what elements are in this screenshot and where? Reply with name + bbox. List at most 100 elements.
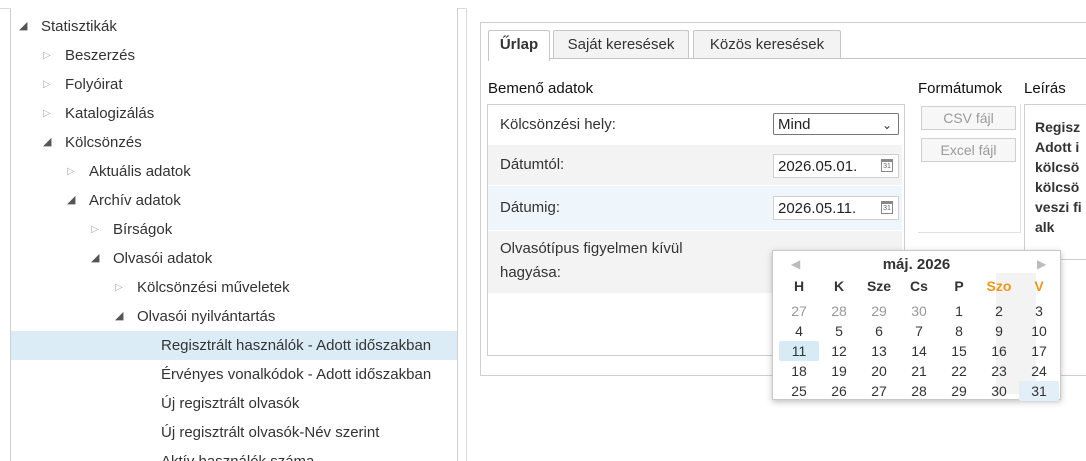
tree-node-label: Regisztrált használók - Adott időszakban — [161, 337, 432, 354]
date-from-value: 2026.05.01. — [778, 158, 858, 175]
tree-node[interactable]: ◢ Statisztikák — [11, 12, 457, 41]
date-to-input[interactable]: 2026.05.11. 31 — [773, 196, 899, 220]
calendar-day[interactable]: 19 — [819, 361, 859, 381]
calendar-day[interactable]: 13 — [859, 341, 899, 361]
collapsed-triangle-icon[interactable]: ▷ — [43, 99, 51, 128]
calendar-day[interactable]: 27 — [779, 301, 819, 321]
tree-node-label: Aktív használók száma — [161, 447, 314, 461]
csv-button[interactable]: CSV fájl — [921, 106, 1016, 130]
tree-node-label: Bírságok — [113, 221, 173, 238]
weekday-header: V — [1034, 278, 1044, 294]
tree-node[interactable]: Érvényes vonalkódok - Adott időszakban — [11, 360, 457, 389]
weekday-header: K — [833, 278, 845, 294]
expanded-triangle-icon[interactable]: ◢ — [91, 244, 99, 273]
date-from-label: Dátumtól: — [500, 156, 565, 173]
tree-node[interactable]: ▷ Kölcsönzési műveletek — [11, 273, 457, 302]
tree-node[interactable]: Új regisztrált olvasók — [11, 389, 457, 418]
collapsed-triangle-icon[interactable]: ▷ — [43, 70, 51, 99]
ignore-reader-type-label-2: hagyása: — [500, 264, 561, 281]
location-select[interactable]: Mind ⌄ — [773, 113, 899, 135]
calendar-day[interactable]: 23 — [979, 361, 1019, 381]
calendar-day[interactable]: 12 — [819, 341, 859, 361]
tree-node[interactable]: ◢ Kölcsönzés — [11, 128, 457, 157]
tree-node[interactable]: ▷ Beszerzés — [11, 41, 457, 70]
calendar-day[interactable]: 4 — [779, 321, 819, 341]
expanded-triangle-icon[interactable]: ◢ — [67, 186, 75, 215]
calendar-day[interactable]: 30 — [979, 381, 1019, 401]
calendar-day[interactable]: 28 — [819, 301, 859, 321]
tree-node[interactable]: Új regisztrált olvasók-Név szerint — [11, 418, 457, 447]
calendar-day[interactable]: 14 — [899, 341, 939, 361]
tab-own-searches[interactable]: Saját keresések — [553, 30, 689, 59]
weekday-header: Sze — [866, 278, 892, 294]
calendar-day[interactable]: 29 — [859, 301, 899, 321]
tree-node[interactable]: Aktív használók száma — [11, 447, 457, 461]
collapsed-triangle-icon[interactable]: ▷ — [43, 41, 51, 70]
date-from-input[interactable]: 2026.05.01. 31 — [773, 154, 899, 178]
tree-node[interactable]: ◢ Olvasói nyilvántartás — [11, 302, 457, 331]
calendar-day[interactable]: 24 — [1019, 361, 1059, 381]
expanded-triangle-icon[interactable]: ◢ — [115, 302, 123, 331]
calendar-day[interactable]: 26 — [819, 381, 859, 401]
calendar-day[interactable]: 16 — [979, 341, 1019, 361]
description-line: kölcsö — [1035, 179, 1080, 195]
tree-node[interactable]: ◢ Archív adatok — [11, 186, 457, 215]
date-to-label: Dátumig: — [500, 199, 561, 216]
calendar-day[interactable]: 20 — [859, 361, 899, 381]
next-month-icon[interactable]: ▶ — [1037, 257, 1046, 271]
calendar-day[interactable]: 6 — [859, 321, 899, 341]
calendar-day[interactable]: 28 — [899, 381, 939, 401]
calendar-day[interactable]: 5 — [819, 321, 859, 341]
collapsed-triangle-icon[interactable]: ▷ — [67, 157, 75, 186]
tree-node-label: Kölcsönzés — [65, 134, 142, 151]
date-picker-popup[interactable]: ◀ máj. 2026 ▶ H K Sze Cs P Szo V 27 28 29 30 1 2 3 4 5 6… — [772, 250, 1061, 401]
tree-node[interactable]: ▷ Aktuális adatok — [11, 157, 457, 186]
calendar-icon[interactable]: 31 — [881, 201, 893, 214]
tab-form[interactable]: Űrlap — [488, 30, 550, 61]
calendar-day[interactable]: 11 — [779, 341, 819, 361]
expanded-triangle-icon[interactable]: ◢ — [43, 128, 51, 157]
tree-node-label: Aktuális adatok — [89, 163, 191, 180]
tree-node-label: Olvasói nyilvántartás — [137, 308, 276, 325]
tree-node-label: Új regisztrált olvasók — [161, 395, 300, 412]
collapsed-triangle-icon[interactable]: ▷ — [91, 215, 99, 244]
calendar-day[interactable]: 9 — [979, 321, 1019, 341]
location-value: Mind — [778, 116, 811, 133]
weekday-header: Cs — [910, 278, 928, 294]
chevron-down-icon: ⌄ — [881, 118, 892, 132]
tree-node[interactable]: ▷ Folyóirat — [11, 70, 457, 99]
report-tree[interactable]: ◢ Statisztikák ▷ Beszerzés ▷ Folyóirat ▷ Katalo… — [10, 8, 458, 461]
calendar-day[interactable]: 18 — [779, 361, 819, 381]
calendar-day[interactable]: 1 — [939, 301, 979, 321]
calendar-day[interactable]: 10 — [1019, 321, 1059, 341]
calendar-day[interactable]: 30 — [899, 301, 939, 321]
calendar-day[interactable]: 17 — [1019, 341, 1059, 361]
calendar-day[interactable]: 7 — [899, 321, 939, 341]
calendar-day[interactable]: 2 — [979, 301, 1019, 321]
tree-node-label: Folyóirat — [65, 76, 123, 93]
expanded-triangle-icon[interactable]: ◢ — [19, 12, 27, 41]
tree-node-label: Katalogizálás — [65, 105, 155, 122]
excel-button[interactable]: Excel fájl — [921, 138, 1016, 162]
tree-node[interactable]: ▷ Katalogizálás — [11, 99, 457, 128]
calendar-day[interactable]: 25 — [779, 381, 819, 401]
tree-node-label: Beszerzés — [65, 47, 136, 64]
input-section-title: Bemenő adatok — [488, 80, 594, 97]
calendar-day[interactable]: 29 — [939, 381, 979, 401]
calendar-day[interactable]: 31 — [1019, 381, 1059, 401]
weekday-header: H — [793, 278, 805, 294]
calendar-icon[interactable]: 31 — [881, 159, 893, 172]
calendar-day[interactable]: 15 — [939, 341, 979, 361]
tab-shared-searches[interactable]: Közös keresések — [693, 30, 841, 59]
calendar-day[interactable]: 27 — [859, 381, 899, 401]
tree-node[interactable]: Regisztrált használók - Adott időszakban — [11, 331, 457, 360]
collapsed-triangle-icon[interactable]: ▷ — [115, 273, 123, 302]
calendar-day[interactable]: 8 — [939, 321, 979, 341]
tree-node[interactable]: ▷ Bírságok — [11, 215, 457, 244]
tree-node[interactable]: ◢ Olvasói adatok — [11, 244, 457, 273]
tree-node-label: Érvényes vonalkódok - Adott időszakban — [161, 366, 432, 383]
calendar-day[interactable]: 3 — [1019, 301, 1059, 321]
calendar-day[interactable]: 21 — [899, 361, 939, 381]
calendar-day[interactable]: 22 — [939, 361, 979, 381]
formats-section-title: Formátumok — [918, 80, 1003, 97]
